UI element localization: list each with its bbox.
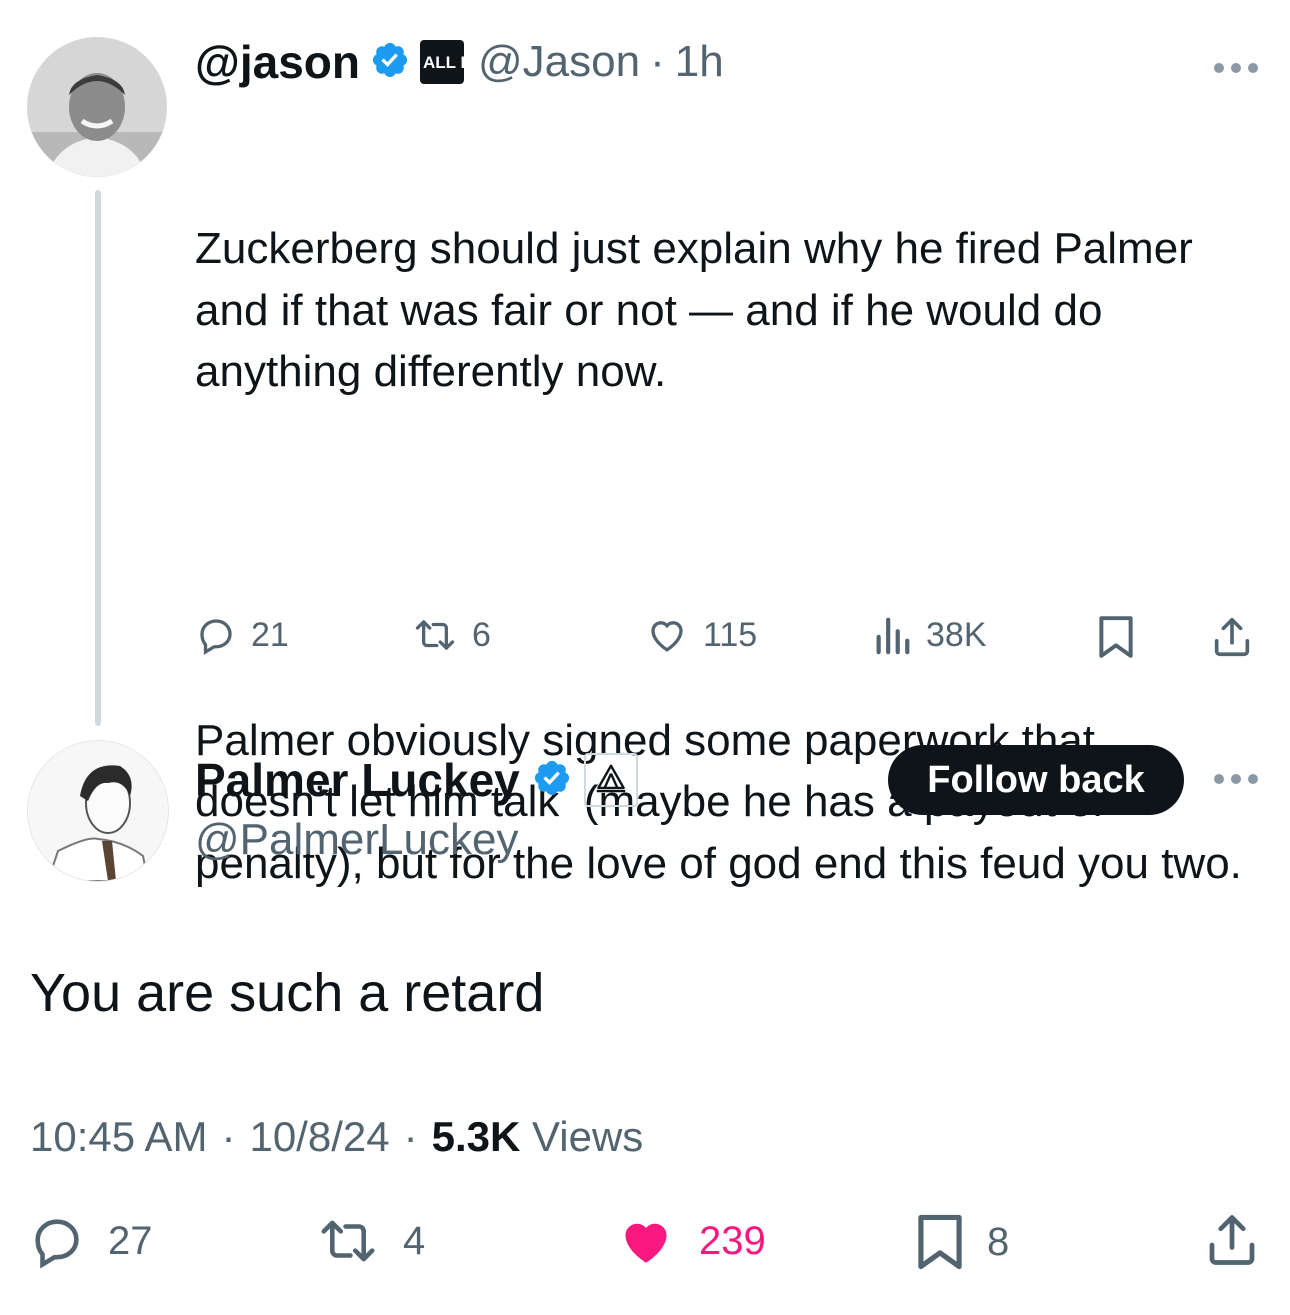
retweet-icon — [321, 1220, 375, 1262]
reply-reply-count: 27 — [108, 1218, 153, 1263]
reply-retweet-count: 4 — [403, 1218, 426, 1263]
reply-bookmark-button[interactable]: 8 — [915, 1212, 1009, 1272]
heart-filled-icon — [625, 1223, 667, 1263]
jason-avatar[interactable] — [27, 37, 167, 177]
reply-display-name[interactable]: Palmer Luckey — [195, 753, 520, 807]
reply-reply-button[interactable]: 27 — [28, 1212, 153, 1270]
parent-display-name[interactable]: @jason — [195, 35, 360, 89]
bookmark-icon — [1099, 616, 1133, 658]
reply-share-button[interactable] — [1204, 1210, 1260, 1275]
header-separator: · — [650, 37, 665, 86]
parent-retweet-count: 6 — [472, 615, 491, 654]
more-dots-icon[interactable] — [1212, 772, 1260, 791]
palmer-avatar[interactable] — [27, 740, 169, 882]
verified-badge-icon — [370, 40, 410, 85]
parent-share-button[interactable] — [1210, 614, 1254, 665]
more-dots-icon[interactable] — [1212, 40, 1260, 85]
parent-view-count: 38K — [926, 615, 987, 654]
share-icon — [1214, 617, 1250, 657]
follow-back-button[interactable]: Follow back — [888, 745, 1184, 815]
reply-bookmark-count: 8 — [987, 1219, 1010, 1264]
reply-tweet-text: You are such a retard — [30, 963, 545, 1023]
reply-header: Palmer Luckey — [195, 750, 638, 810]
meta-separator: · — [221, 1113, 236, 1160]
parent-retweet-button[interactable]: 6 — [412, 614, 491, 656]
reply-icon — [200, 619, 232, 655]
parent-reply-count: 21 — [251, 615, 289, 654]
retweet-icon — [415, 620, 455, 650]
meta-separator: · — [403, 1113, 418, 1160]
reply-time[interactable]: 10:45 AM — [30, 1113, 207, 1161]
anduril-badge-icon — [583, 753, 638, 807]
parent-reply-button[interactable]: 21 — [195, 614, 289, 656]
verified-badge-icon — [532, 758, 572, 803]
reply-date[interactable]: 10/8/24 — [249, 1113, 389, 1161]
reply-retweet-button[interactable]: 4 — [315, 1212, 425, 1270]
reply-like-button[interactable]: 239 — [615, 1212, 766, 1270]
reply-icon — [35, 1219, 79, 1269]
heart-icon — [651, 621, 683, 652]
thread-connector-line — [95, 190, 101, 726]
reply-views-count: 5.3K — [431, 1113, 521, 1160]
analytics-icon — [876, 617, 910, 655]
all-in-badge-icon: ALL IN — [420, 40, 477, 84]
reply-handle[interactable]: @PalmerLuckey — [195, 815, 518, 865]
share-icon — [1209, 1215, 1255, 1265]
parent-like-button[interactable]: 115 — [645, 614, 757, 656]
parent-text-paragraph-1: Zuckerberg should just explain why he fi… — [195, 224, 1206, 396]
parent-bookmark-button[interactable] — [1097, 614, 1135, 665]
reply-like-count: 239 — [699, 1218, 766, 1263]
reply-views-label: Views — [532, 1113, 644, 1160]
bookmark-icon — [918, 1214, 962, 1270]
parent-timestamp[interactable]: 1h — [675, 37, 724, 87]
parent-tweet-header: @jason ALL IN @Jason · 1h — [195, 32, 724, 92]
parent-handle[interactable]: @Jason — [478, 37, 640, 87]
parent-like-count: 115 — [703, 615, 758, 654]
parent-views-button[interactable]: 38K — [872, 614, 987, 656]
reply-meta-line: 10:45 AM · 10/8/24 · 5.3K Views — [30, 1113, 643, 1161]
